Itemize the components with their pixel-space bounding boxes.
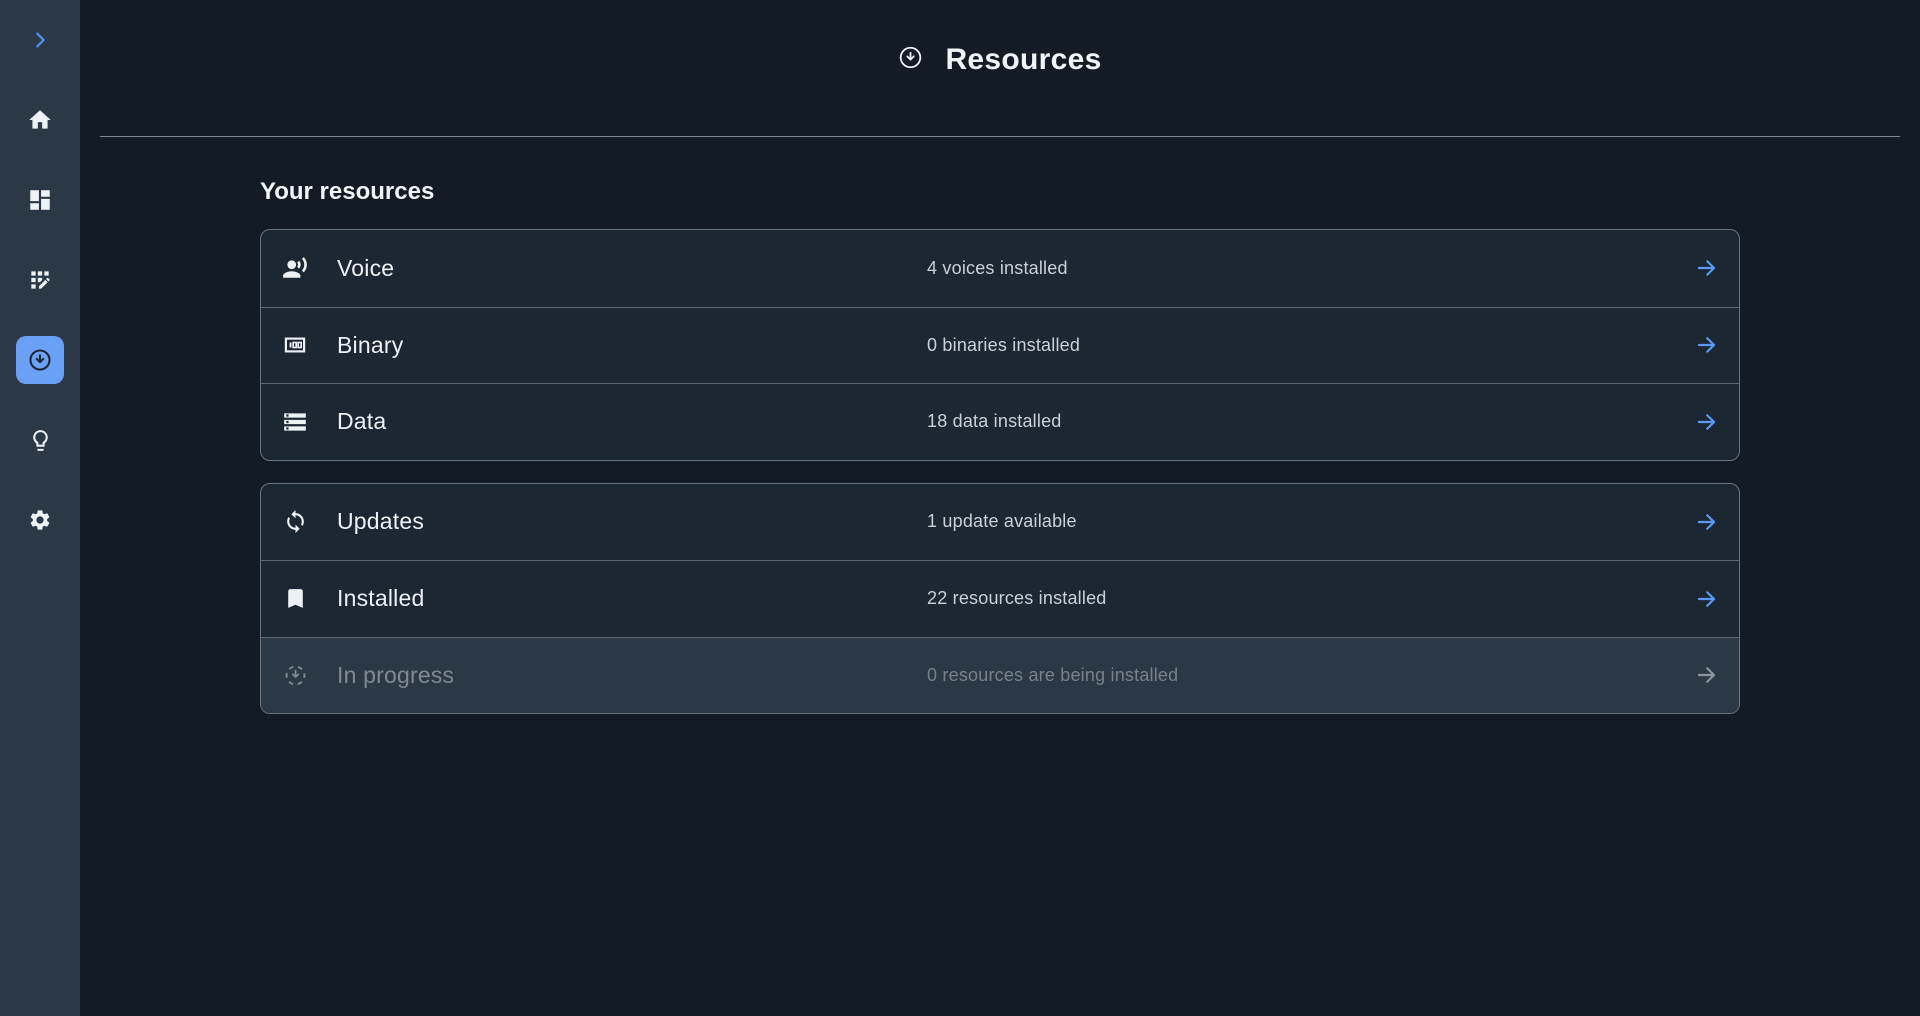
sidebar	[0, 0, 80, 1016]
row-status: 1 update available	[927, 511, 1077, 532]
resource-group-state: Updates 1 update available Installed 22 …	[260, 483, 1740, 715]
app-registration-icon	[27, 267, 53, 293]
sidebar-item-tips[interactable]	[16, 416, 64, 464]
voice-icon	[282, 255, 308, 281]
app-window: Resources Your resources Voice 4 voices …	[0, 0, 1920, 1016]
arrow-forward-icon[interactable]	[1694, 332, 1720, 358]
resource-group-types: Voice 4 voices installed Binary 0 binari…	[260, 229, 1740, 461]
bookmark-icon	[282, 586, 308, 612]
page-header: Resources	[100, 0, 1900, 137]
resource-row-voice[interactable]: Voice 4 voices installed	[261, 230, 1739, 307]
arrow-forward-icon[interactable]	[1694, 662, 1720, 688]
resource-row-updates[interactable]: Updates 1 update available	[261, 484, 1739, 561]
row-status: 4 voices installed	[927, 258, 1068, 279]
binary-icon	[282, 332, 308, 358]
sidebar-item-dashboard[interactable]	[16, 176, 64, 224]
sync-icon	[282, 509, 308, 535]
resource-row-data[interactable]: Data 18 data installed	[261, 383, 1739, 460]
sidebar-item-resources[interactable]	[16, 336, 64, 384]
download-circle-icon	[27, 347, 53, 373]
row-label: In progress	[337, 662, 454, 689]
row-label: Updates	[337, 508, 424, 535]
section-heading: Your resources	[260, 178, 1740, 206]
resource-row-in-progress[interactable]: In progress 0 resources are being instal…	[261, 637, 1739, 714]
expand-sidebar-button[interactable]	[16, 16, 64, 64]
download-circle-icon	[898, 45, 923, 75]
row-status: 0 resources are being installed	[927, 665, 1178, 686]
resource-row-installed[interactable]: Installed 22 resources installed	[261, 560, 1739, 637]
gear-icon	[28, 508, 52, 532]
row-status: 18 data installed	[927, 411, 1062, 432]
home-icon	[27, 107, 53, 133]
row-status: 0 binaries installed	[927, 335, 1080, 356]
row-label: Installed	[337, 585, 424, 612]
sidebar-item-registration[interactable]	[16, 256, 64, 304]
dashboard-icon	[27, 187, 53, 213]
lightbulb-icon	[28, 428, 53, 453]
sidebar-item-home[interactable]	[16, 96, 64, 144]
row-status: 22 resources installed	[927, 588, 1107, 609]
data-icon	[282, 409, 308, 435]
arrow-forward-icon[interactable]	[1694, 255, 1720, 281]
row-label: Binary	[337, 332, 403, 359]
arrow-forward-icon[interactable]	[1694, 409, 1720, 435]
row-label: Voice	[337, 255, 394, 282]
resource-row-binary[interactable]: Binary 0 binaries installed	[261, 307, 1739, 384]
arrow-forward-icon[interactable]	[1694, 586, 1720, 612]
main-area: Resources Your resources Voice 4 voices …	[80, 0, 1920, 1016]
sidebar-item-settings[interactable]	[16, 496, 64, 544]
content: Your resources Voice 4 voices installed	[260, 178, 1740, 714]
row-label: Data	[337, 408, 386, 435]
downloading-icon	[282, 662, 308, 688]
arrow-forward-icon[interactable]	[1694, 509, 1720, 535]
page-title: Resources	[945, 44, 1101, 76]
page-header-inner: Resources	[898, 24, 1101, 96]
chevron-right-icon	[29, 29, 51, 51]
